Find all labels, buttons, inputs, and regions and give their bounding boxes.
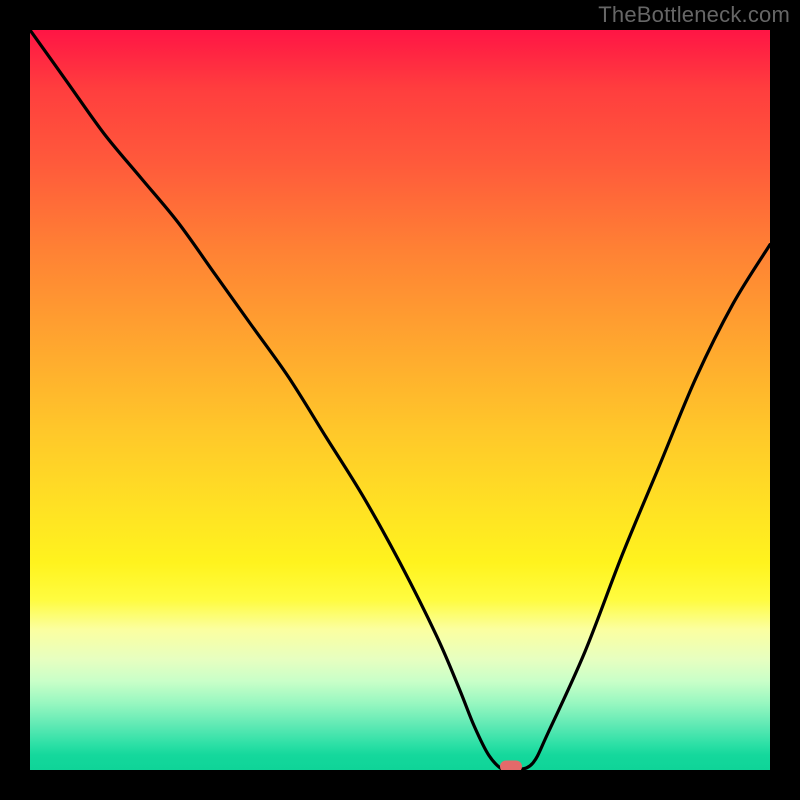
plot-area — [30, 30, 770, 770]
curve-line — [30, 30, 770, 770]
watermark-text: TheBottleneck.com — [598, 2, 790, 28]
bottleneck-curve — [30, 30, 770, 770]
optimum-marker — [500, 761, 522, 770]
